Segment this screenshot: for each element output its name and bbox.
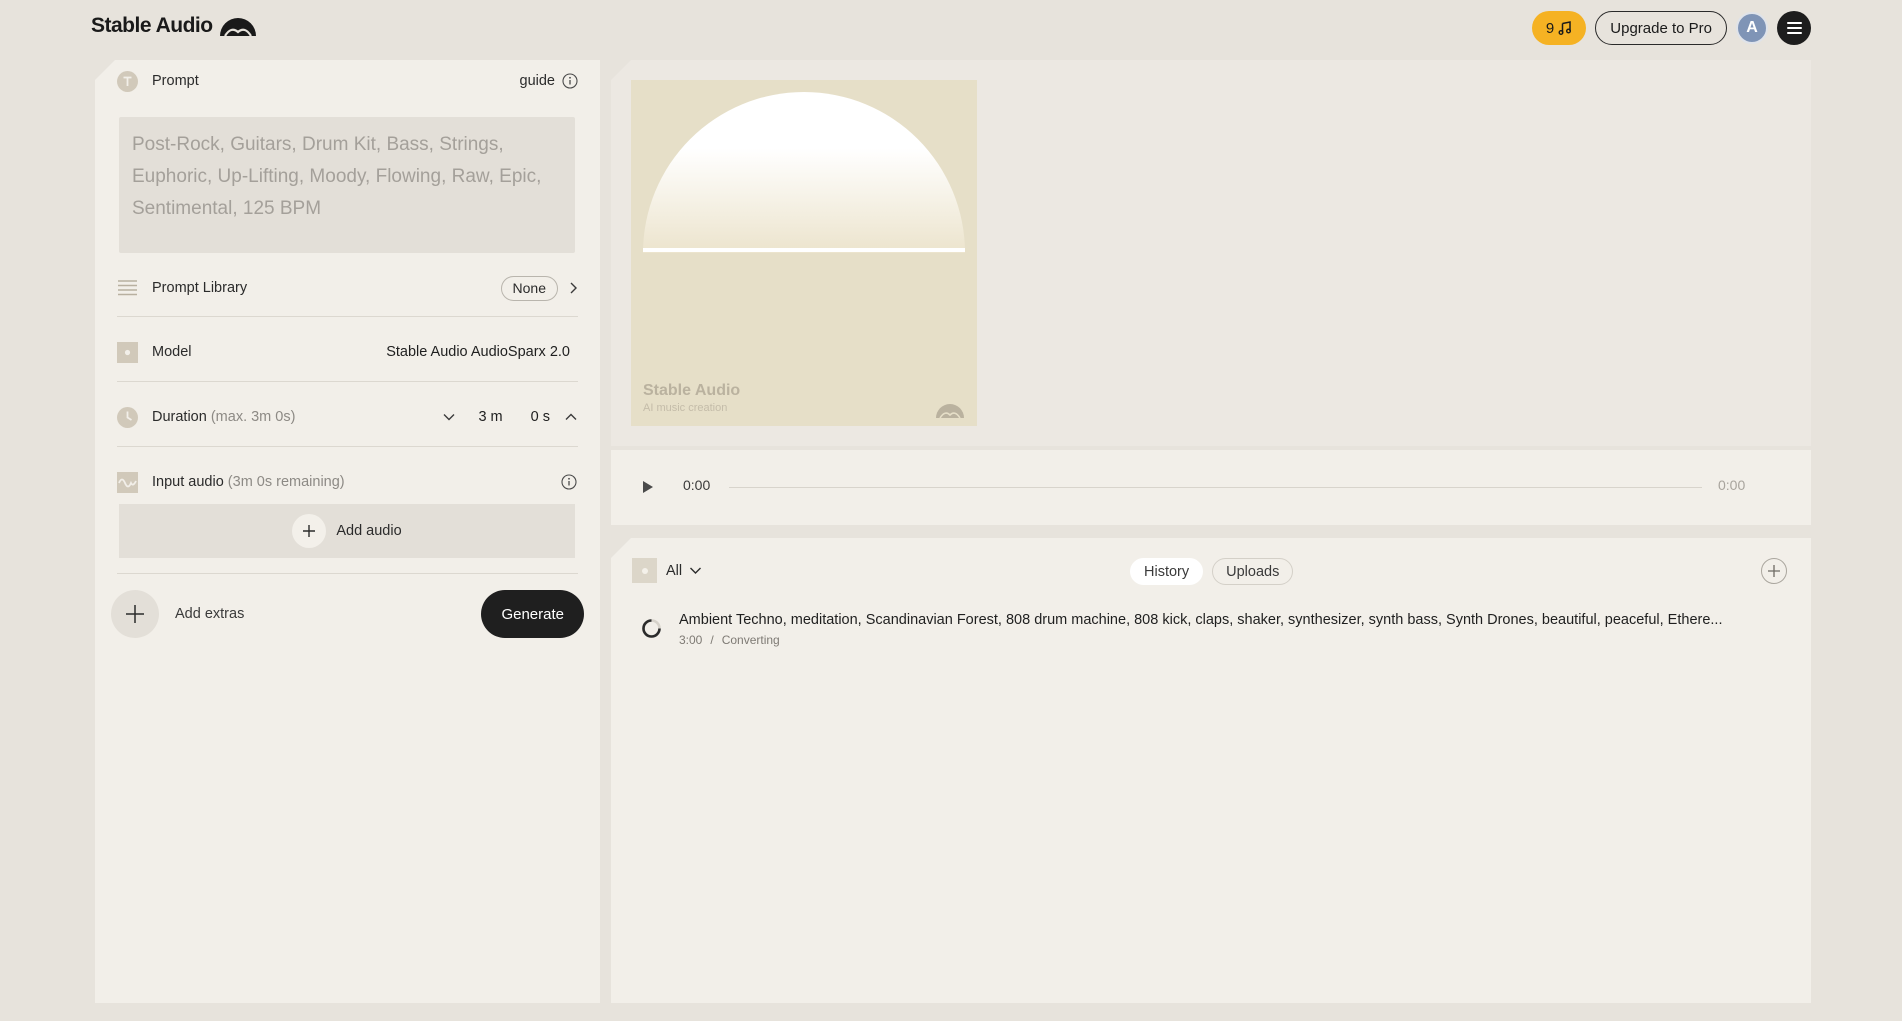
guide-link[interactable]: guide bbox=[520, 73, 578, 89]
prompt-header: Prompt guide bbox=[117, 69, 578, 93]
add-icon[interactable] bbox=[1761, 558, 1787, 584]
filter-dropdown[interactable]: All bbox=[632, 558, 702, 583]
app-header: Stable Audio 9 Upgrade to Pro A bbox=[0, 0, 1902, 56]
model-label: Model bbox=[152, 344, 192, 360]
prompt-label: Prompt bbox=[152, 73, 199, 89]
generate-button[interactable]: Generate bbox=[481, 590, 584, 638]
divider bbox=[117, 316, 578, 317]
add-extras-label: Add extras bbox=[175, 606, 245, 622]
input-audio-label: Input audio (3m 0s remaining) bbox=[152, 474, 345, 490]
upgrade-to-pro-button[interactable]: Upgrade to Pro bbox=[1595, 11, 1727, 45]
track-meta: 3:00 / Converting bbox=[679, 633, 780, 647]
preview-panel: Stable Audio AI music creation 0:00 0:00 bbox=[611, 60, 1811, 525]
cover-art-area: Stable Audio AI music creation bbox=[611, 60, 1811, 446]
chevron-right-icon[interactable] bbox=[568, 281, 578, 295]
prompt-library-row[interactable]: Prompt Library None bbox=[117, 273, 578, 303]
cover-title: Stable Audio bbox=[643, 382, 741, 399]
hamburger-menu-icon[interactable] bbox=[1777, 11, 1811, 45]
add-audio-button[interactable]: Add audio bbox=[119, 504, 575, 558]
waveform-icon bbox=[117, 471, 138, 493]
play-icon[interactable] bbox=[639, 477, 657, 497]
credits-count: 9 bbox=[1545, 19, 1555, 37]
prompt-library-value[interactable]: None bbox=[500, 275, 558, 301]
text-icon bbox=[117, 70, 138, 92]
divider bbox=[117, 381, 578, 382]
music-note-icon bbox=[1558, 21, 1572, 35]
model-icon bbox=[117, 341, 138, 363]
logo-icon bbox=[936, 404, 964, 418]
generation-panel: Prompt guide Prompt Library None Model S… bbox=[95, 60, 600, 1003]
info-icon bbox=[562, 73, 578, 89]
chevron-down-icon[interactable] bbox=[442, 412, 456, 422]
audio-player: 0:00 0:00 bbox=[611, 450, 1811, 525]
model-value[interactable]: Stable Audio AudioSparx 2.0 bbox=[386, 344, 570, 360]
tab-history[interactable]: History bbox=[1130, 558, 1204, 585]
chevron-down-icon bbox=[690, 567, 702, 574]
duration-minutes[interactable]: 3 m bbox=[478, 409, 502, 425]
duration-label: Duration (max. 3m 0s) bbox=[152, 409, 296, 425]
tab-uploads[interactable]: Uploads bbox=[1212, 558, 1294, 585]
duration-seconds[interactable]: 0 s bbox=[531, 409, 550, 425]
logo-icon bbox=[219, 18, 256, 37]
total-time: 0:00 bbox=[1718, 477, 1746, 493]
divider bbox=[117, 446, 578, 447]
seek-bar[interactable] bbox=[729, 487, 1702, 488]
track-status: Converting bbox=[721, 633, 780, 647]
filter-label: All bbox=[666, 562, 683, 579]
guide-label: guide bbox=[519, 73, 555, 89]
input-audio-hint: (3m 0s remaining) bbox=[227, 474, 345, 490]
prompt-library-label: Prompt Library bbox=[152, 280, 248, 296]
plus-icon bbox=[111, 590, 159, 638]
cover-art: Stable Audio AI music creation bbox=[631, 80, 977, 426]
duration-row: Duration (max. 3m 0s) 3 m 0 s bbox=[117, 402, 578, 432]
current-time: 0:00 bbox=[683, 477, 711, 493]
duration-hint: (max. 3m 0s) bbox=[210, 409, 296, 425]
plus-icon bbox=[292, 514, 327, 548]
divider bbox=[117, 573, 578, 574]
chevron-up-icon[interactable] bbox=[564, 412, 578, 422]
loading-spinner-icon bbox=[642, 619, 661, 638]
prompt-input[interactable] bbox=[119, 117, 575, 253]
track-duration: 3:00 bbox=[679, 633, 703, 647]
history-tabs: History Uploads bbox=[1130, 558, 1294, 585]
cover-horizon bbox=[643, 248, 965, 252]
info-icon[interactable] bbox=[561, 474, 577, 490]
avatar[interactable]: A bbox=[1736, 12, 1768, 44]
cover-sun-graphic bbox=[643, 92, 965, 253]
history-panel: All History Uploads Ambient Techno, medi… bbox=[611, 538, 1811, 1003]
add-extras-button[interactable]: Add extras bbox=[111, 590, 244, 638]
list-icon bbox=[117, 278, 138, 299]
clock-icon bbox=[117, 406, 138, 428]
cover-subtitle: AI music creation bbox=[643, 402, 728, 414]
list-item[interactable]: Ambient Techno, meditation, Scandinavian… bbox=[639, 610, 1789, 650]
meta-separator: / bbox=[710, 633, 714, 647]
app-logo[interactable]: Stable Audio bbox=[91, 14, 257, 38]
add-audio-label: Add audio bbox=[336, 523, 402, 539]
filter-icon bbox=[632, 558, 657, 583]
track-title: Ambient Techno, meditation, Scandinavian… bbox=[679, 612, 1723, 628]
input-audio-row: Input audio (3m 0s remaining) bbox=[117, 467, 578, 497]
model-row[interactable]: Model Stable Audio AudioSparx 2.0 bbox=[117, 337, 578, 367]
logo-text: Stable Audio bbox=[91, 14, 213, 37]
credits-badge[interactable]: 9 bbox=[1531, 11, 1587, 45]
